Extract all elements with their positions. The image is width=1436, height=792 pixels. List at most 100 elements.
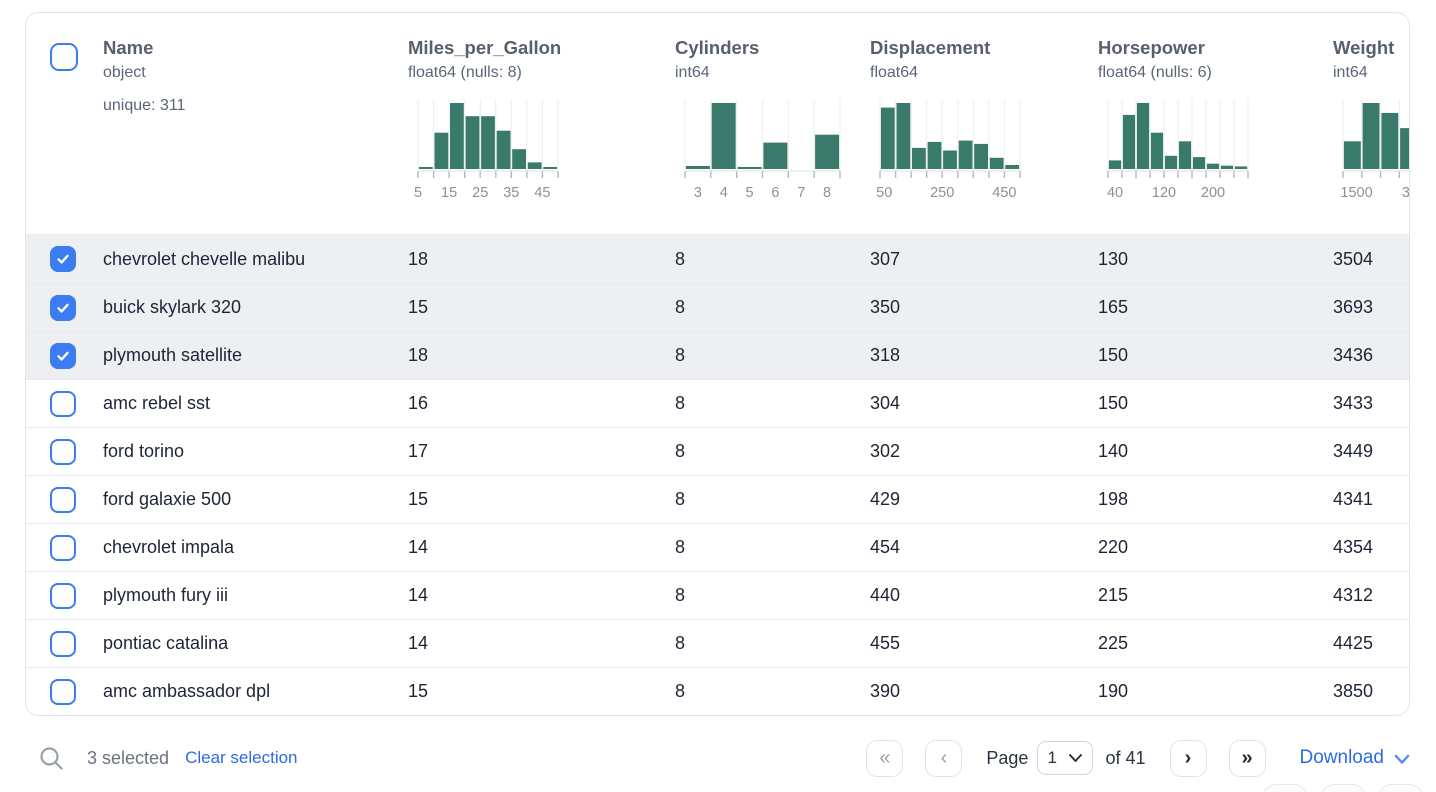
table-row[interactable]: ford galaxie 5001584291984341	[26, 475, 1409, 523]
row-checkbox[interactable]	[50, 439, 76, 465]
cutoff-button[interactable]	[1378, 784, 1424, 792]
cell-displacement: 302	[870, 441, 1098, 462]
row-checkbox[interactable]	[50, 679, 76, 705]
last-page-button[interactable]: »	[1229, 740, 1266, 777]
download-menu[interactable]: Download	[1300, 747, 1411, 769]
pagination: « ‹ Page 1 of 41 › » Download	[866, 740, 1410, 777]
cell-name: chevrolet chevelle malibu	[103, 249, 408, 270]
column-histogram: 515253545	[418, 99, 675, 199]
column-header-cylinders[interactable]: Cylindersint64345678	[675, 13, 870, 234]
column-dtype: int64	[675, 61, 870, 85]
row-checkbox[interactable]	[50, 343, 76, 369]
cell-displacement: 390	[870, 681, 1098, 702]
cell-weight: 4341	[1333, 489, 1410, 510]
row-checkbox[interactable]	[50, 391, 76, 417]
cell-miles_per_gallon: 15	[408, 297, 675, 318]
cutoff-button[interactable]	[1320, 784, 1366, 792]
cell-displacement: 318	[870, 345, 1098, 366]
page-label: Page	[986, 748, 1028, 769]
svg-text:250: 250	[930, 185, 954, 201]
table-row[interactable]: pontiac catalina1484552254425	[26, 619, 1409, 667]
cell-cylinders: 8	[675, 441, 870, 462]
check-icon	[54, 299, 72, 317]
table-row[interactable]: amc ambassador dpl1583901903850	[26, 667, 1409, 715]
svg-text:200: 200	[1201, 185, 1225, 201]
svg-text:5: 5	[746, 185, 754, 201]
page-select-value: 1	[1047, 748, 1056, 768]
cell-weight: 3693	[1333, 297, 1410, 318]
cell-displacement: 454	[870, 537, 1098, 558]
check-icon	[54, 347, 72, 365]
cell-weight: 4425	[1333, 633, 1410, 654]
table-row[interactable]: buick skylark 3201583501653693	[26, 283, 1409, 331]
row-checkbox[interactable]	[50, 295, 76, 321]
search-icon[interactable]	[38, 745, 65, 772]
check-icon	[54, 250, 72, 268]
row-checkbox-cell	[26, 679, 103, 705]
header-checkbox-cell	[26, 13, 103, 234]
next-page-button[interactable]: ›	[1170, 740, 1207, 777]
header-row: Nameobject unique: 311Miles_per_Gallonflo…	[26, 13, 1409, 235]
cell-displacement: 350	[870, 297, 1098, 318]
svg-text:50: 50	[876, 185, 892, 201]
row-checkbox[interactable]	[50, 246, 76, 272]
cell-horsepower: 140	[1098, 441, 1333, 462]
column-header-horsepower[interactable]: Horsepowerfloat64 (nulls: 6)40120200	[1098, 13, 1333, 234]
column-header-weight[interactable]: Weightint6415003500	[1333, 13, 1410, 234]
column-dtype: object	[103, 61, 408, 85]
row-checkbox[interactable]	[50, 535, 76, 561]
svg-text:4: 4	[720, 185, 728, 201]
cell-weight: 3449	[1333, 441, 1410, 462]
cell-name: ford galaxie 500	[103, 489, 408, 510]
clear-selection-link[interactable]: Clear selection	[185, 748, 297, 768]
column-title: Name	[103, 35, 408, 61]
svg-text:450: 450	[992, 185, 1016, 201]
download-label: Download	[1300, 747, 1385, 769]
row-checkbox-cell	[26, 487, 103, 513]
cell-weight: 3436	[1333, 345, 1410, 366]
column-header-displacement[interactable]: Displacementfloat6450250450	[870, 13, 1098, 234]
svg-text:3500: 3500	[1402, 185, 1410, 201]
cell-displacement: 304	[870, 393, 1098, 414]
column-histogram: 15003500	[1343, 99, 1410, 199]
row-checkbox[interactable]	[50, 487, 76, 513]
cell-name: plymouth fury iii	[103, 585, 408, 606]
table-row[interactable]: chevrolet impala1484542204354	[26, 523, 1409, 571]
table-row[interactable]: plymouth fury iii1484402154312	[26, 571, 1409, 619]
cell-miles_per_gallon: 15	[408, 681, 675, 702]
cell-name: chevrolet impala	[103, 537, 408, 558]
table-row[interactable]: chevrolet chevelle malibu1883071303504	[26, 235, 1409, 283]
column-header-name[interactable]: Nameobject unique: 311	[103, 13, 408, 234]
cell-displacement: 455	[870, 633, 1098, 654]
cell-weight: 4312	[1333, 585, 1410, 606]
row-checkbox-cell	[26, 535, 103, 561]
row-checkbox[interactable]	[50, 583, 76, 609]
table-row[interactable]: ford torino1783021403449	[26, 427, 1409, 475]
row-checkbox[interactable]	[50, 631, 76, 657]
prev-page-button[interactable]: ‹	[925, 740, 962, 777]
row-checkbox-cell	[26, 391, 103, 417]
table-row[interactable]: plymouth satellite1883181503436	[26, 331, 1409, 379]
cell-weight: 4354	[1333, 537, 1410, 558]
chevron-down-icon	[1394, 754, 1410, 765]
cell-miles_per_gallon: 18	[408, 345, 675, 366]
cutoff-button[interactable]	[1262, 784, 1308, 792]
column-dtype: float64 (nulls: 6)	[1098, 61, 1333, 85]
column-title: Horsepower	[1098, 35, 1333, 61]
page-select[interactable]: 1	[1037, 741, 1093, 775]
column-note: unique: 311	[103, 97, 408, 115]
selected-count: 3 selected	[87, 748, 169, 769]
cell-cylinders: 8	[675, 633, 870, 654]
cell-displacement: 307	[870, 249, 1098, 270]
cell-cylinders: 8	[675, 681, 870, 702]
cell-miles_per_gallon: 16	[408, 393, 675, 414]
select-all-checkbox[interactable]	[50, 43, 78, 71]
column-header-miles_per_gallon[interactable]: Miles_per_Gallonfloat64 (nulls: 8)515253…	[408, 13, 675, 234]
table-row[interactable]: amc rebel sst1683041503433	[26, 379, 1409, 427]
svg-text:3: 3	[694, 185, 702, 201]
svg-text:35: 35	[503, 185, 519, 201]
first-page-button[interactable]: «	[866, 740, 903, 777]
svg-text:15: 15	[441, 185, 457, 201]
row-checkbox-cell	[26, 439, 103, 465]
cell-miles_per_gallon: 14	[408, 537, 675, 558]
